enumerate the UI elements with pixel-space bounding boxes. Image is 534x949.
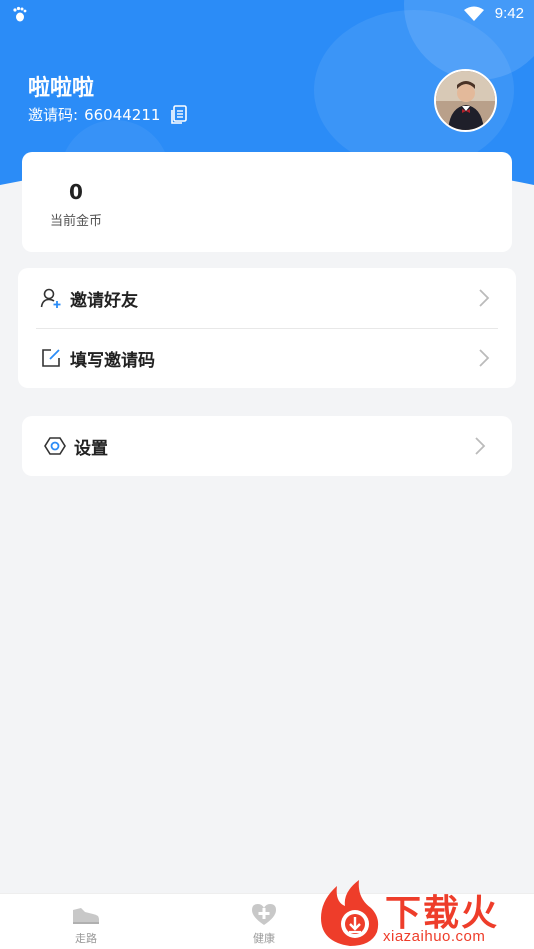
invite-code-value: 66044211 — [84, 105, 161, 124]
menu-item-label: 邀请好友 — [70, 290, 138, 311]
chevron-right-icon — [479, 289, 490, 307]
settings-label: 设置 — [74, 438, 108, 459]
avatar[interactable] — [434, 69, 497, 132]
settings-card[interactable]: 设置 — [22, 416, 512, 476]
menu-item-label: 填写邀请码 — [70, 350, 155, 371]
chevron-right-icon — [479, 349, 490, 367]
nav-label: 健康 — [253, 932, 275, 945]
menu-card: 邀请好友 填写邀请码 — [18, 268, 516, 388]
menu-item-invite-friends[interactable]: 邀请好友 — [18, 268, 516, 328]
nav-tab-health[interactable]: 健康 — [234, 902, 294, 946]
menu-item-enter-invite-code[interactable]: 填写邀请码 — [18, 328, 516, 388]
hexagon-settings-icon — [44, 437, 66, 455]
menu-item-settings[interactable]: 设置 — [22, 416, 512, 476]
invite-code-label: 邀请码: — [28, 106, 79, 124]
username: 啦啦啦 — [28, 76, 95, 101]
wifi-icon — [464, 6, 484, 21]
copy-icon[interactable] — [170, 104, 188, 125]
add-user-icon — [40, 288, 61, 308]
shoe-icon — [73, 908, 99, 924]
nav-tab-walk[interactable]: 走路 — [56, 902, 116, 946]
health-plus-icon — [252, 904, 276, 925]
invite-code-row: 邀请码: 66044211 — [28, 104, 188, 125]
footprint-icon — [13, 6, 27, 22]
watermark-subtitle: xiazaihuo.com — [383, 928, 486, 945]
flame-logo-icon — [321, 880, 379, 946]
nav-label: 走路 — [75, 932, 97, 945]
chevron-right-icon — [475, 437, 486, 455]
edit-icon — [42, 349, 60, 367]
status-time: 9:42 — [494, 5, 524, 22]
status-bar: 9:42 — [0, 0, 534, 28]
coin-label: 当前金币 — [49, 214, 102, 229]
watermark: 下载火 xiazaihuo.com — [315, 878, 534, 949]
coins-card: 0 当前金币 — [22, 152, 512, 252]
coin-count: 0 — [69, 180, 83, 204]
